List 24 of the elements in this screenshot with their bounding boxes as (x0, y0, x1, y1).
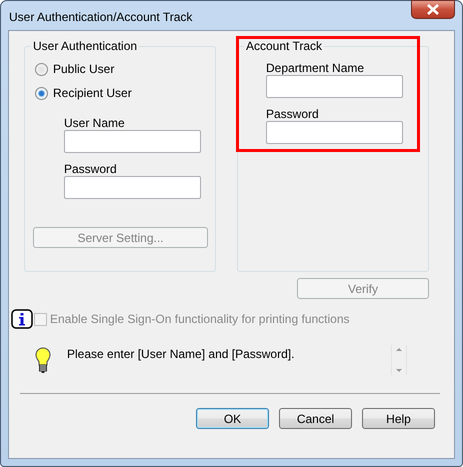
dialog-button[interactable]: Help (362, 408, 435, 429)
scroll-arrows-icon[interactable] (391, 345, 407, 375)
input-field[interactable] (266, 75, 403, 98)
window-title: User Authentication/Account Track (9, 10, 192, 24)
radio-label[interactable]: Recipient User (53, 86, 132, 100)
field-label: Password (266, 107, 320, 121)
message-text: Please enter [User Name] and [Password]. (67, 347, 296, 361)
radio-button[interactable] (35, 62, 48, 76)
radio-label[interactable]: Public User (53, 62, 114, 76)
input-field[interactable] (64, 176, 201, 199)
group-title: User Authentication (32, 39, 138, 53)
field-label: Department Name (266, 61, 366, 75)
close-button[interactable] (411, 0, 455, 19)
radio-button[interactable] (35, 86, 48, 100)
field-label: User Name (64, 116, 126, 130)
input-field[interactable] (266, 121, 403, 144)
group-title: Account Track (245, 39, 324, 53)
field-label: Password (64, 162, 118, 176)
input-field[interactable] (64, 130, 201, 153)
info-icon[interactable] (11, 309, 33, 329)
close-icon (426, 4, 440, 15)
dialog-button[interactable]: OK (196, 408, 269, 429)
lightbulb-icon (35, 347, 51, 375)
dialog-button[interactable]: Cancel (279, 408, 352, 429)
